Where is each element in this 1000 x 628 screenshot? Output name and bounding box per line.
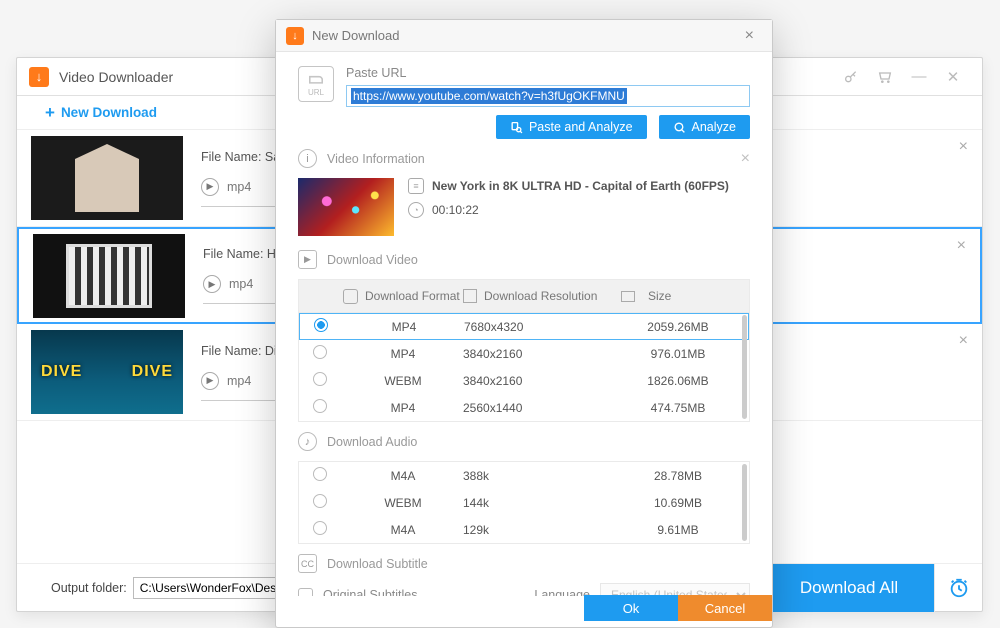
key-icon[interactable] (834, 61, 868, 93)
cancel-button[interactable]: Cancel (678, 595, 772, 621)
dialog-footer: Ok Cancel (276, 595, 772, 627)
plus-icon: + (45, 103, 55, 123)
format-row[interactable]: MP4 7680x4320 2059.26MB (299, 313, 749, 340)
url-icon: URL (298, 66, 334, 102)
output-folder-label: Output folder: (51, 581, 127, 595)
section-close-button[interactable]: × (741, 150, 750, 168)
video-icon: ▶ (298, 250, 317, 269)
ok-button[interactable]: Ok (584, 595, 678, 621)
info-icon: i (298, 149, 317, 168)
resolution-col-icon (463, 289, 477, 303)
format-row[interactable]: MP4 3840x2160 976.01MB (299, 340, 749, 367)
download-all-button[interactable]: Download All (764, 564, 934, 612)
download-subtitle-header: Download Subtitle (327, 557, 428, 571)
download-video-header: Download Video (327, 253, 418, 267)
app-logo-icon: ↓ (29, 67, 49, 87)
download-audio-header: Download Audio (327, 435, 417, 449)
thumbnail (31, 136, 183, 220)
paste-url-label: Paste URL (346, 66, 750, 80)
scrollbar[interactable] (742, 315, 747, 419)
paste-search-icon (510, 121, 523, 134)
clock-icon: ◔ (408, 202, 424, 218)
minimize-button[interactable]: — (902, 61, 936, 93)
audio-format-list: M4A 388k 28.78MB WEBM 144k 10.69MB M4A 1… (298, 461, 750, 544)
video-format-list: MP4 7680x4320 2059.26MB MP4 3840x2160 97… (298, 313, 750, 422)
size-col-icon (621, 291, 635, 302)
dialog-titlebar: ↓ New Download × (276, 20, 772, 52)
scrollbar[interactable] (742, 464, 747, 541)
remove-item-button[interactable]: × (959, 138, 968, 156)
app-title: Video Downloader (59, 69, 173, 85)
document-icon: ≡ (408, 178, 424, 194)
analyze-button[interactable]: Analyze (659, 115, 750, 139)
format-row[interactable]: M4A 388k 28.78MB (299, 462, 749, 489)
format-row[interactable]: WEBM 144k 10.69MB (299, 489, 749, 516)
remove-item-button[interactable]: × (959, 332, 968, 350)
new-download-label: New Download (61, 105, 157, 120)
close-button[interactable]: ✕ (936, 61, 970, 93)
video-duration: 00:10:22 (432, 203, 479, 217)
cc-icon: CC (298, 554, 317, 573)
radio-icon[interactable] (313, 345, 327, 359)
format-icon: ▶ (201, 178, 219, 196)
radio-icon[interactable] (313, 494, 327, 508)
cart-icon[interactable] (868, 61, 902, 93)
video-format-header: Download Format Download Resolution Size (298, 279, 750, 313)
radio-selected-icon[interactable] (314, 318, 328, 332)
paste-analyze-button[interactable]: Paste and Analyze (496, 115, 647, 139)
thumbnail: DIVEDIVE (31, 330, 183, 414)
format-icon: ▶ (201, 372, 219, 390)
remove-item-button[interactable]: × (957, 237, 966, 255)
format-col-icon (343, 289, 358, 304)
new-download-button[interactable]: + New Download (45, 103, 157, 123)
schedule-button[interactable] (934, 564, 982, 612)
radio-icon[interactable] (313, 372, 327, 386)
video-information-header: Video Information (327, 152, 425, 166)
dialog-logo-icon: ↓ (286, 27, 304, 45)
url-input[interactable]: https://www.youtube.com/watch?v=h3fUgOKF… (346, 85, 750, 107)
dialog-close-button[interactable]: × (737, 23, 762, 49)
format-row[interactable]: M4A 129k 9.61MB (299, 516, 749, 543)
audio-icon: ♪ (298, 432, 317, 451)
format-row[interactable]: WEBM 3840x2160 1826.06MB (299, 367, 749, 394)
new-download-dialog: ↓ New Download × URL Paste URL https://w… (275, 19, 773, 628)
video-title: New York in 8K ULTRA HD - Capital of Ear… (432, 179, 729, 193)
video-thumbnail (298, 178, 394, 236)
radio-icon[interactable] (313, 467, 327, 481)
dialog-title: New Download (312, 28, 399, 43)
thumbnail (33, 234, 185, 318)
video-info-block: ≡ New York in 8K ULTRA HD - Capital of E… (298, 178, 750, 236)
search-icon (673, 121, 686, 134)
radio-icon[interactable] (313, 521, 327, 535)
radio-icon[interactable] (313, 399, 327, 413)
format-icon: ▶ (203, 275, 221, 293)
format-row[interactable]: MP4 2560x1440 474.75MB (299, 394, 749, 421)
